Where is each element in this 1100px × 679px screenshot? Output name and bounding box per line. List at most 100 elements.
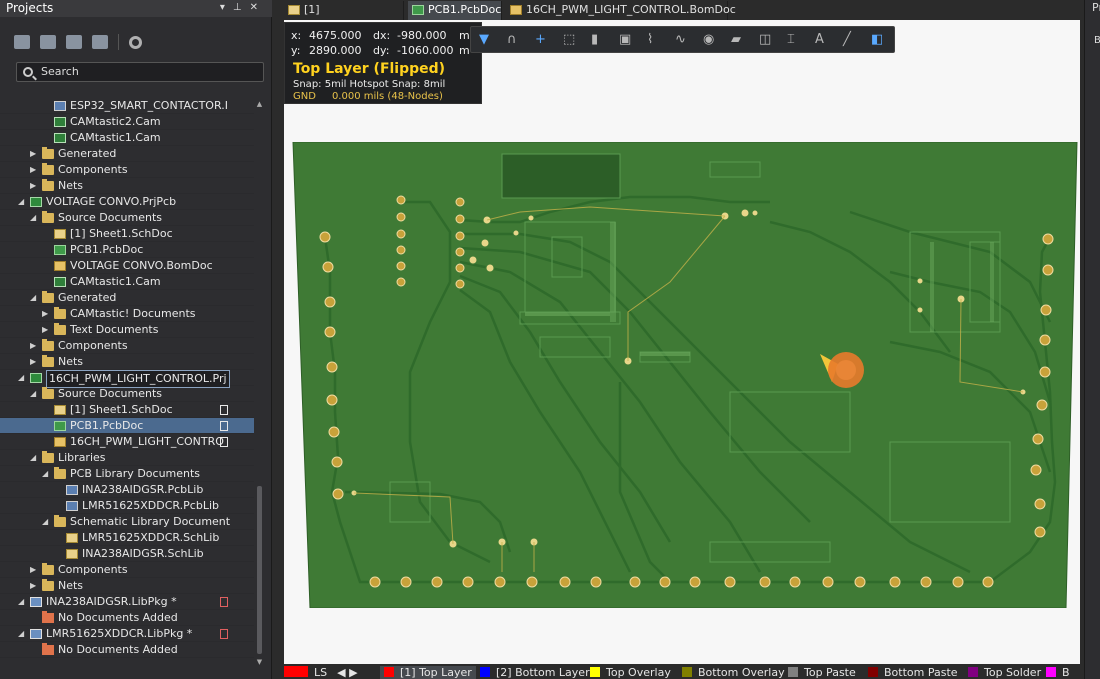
tree-item[interactable]: ▶ Nets bbox=[0, 178, 254, 194]
tree-item[interactable]: ▶ Nets bbox=[0, 578, 254, 594]
tree-item[interactable]: ▶ Generated bbox=[0, 146, 254, 162]
tree-item[interactable]: CAMtastic1.Cam bbox=[0, 130, 254, 146]
tree-item[interactable]: ◢ VOLTAGE CONVO.PrjPcb bbox=[0, 194, 254, 210]
tree-item[interactable]: INA238AIDGSR.SchLib bbox=[0, 546, 254, 562]
tree-item[interactable]: ▶ CAMtastic! Documents bbox=[0, 306, 254, 322]
layer-tab[interactable]: B bbox=[1046, 666, 1070, 679]
open-folder-icon[interactable] bbox=[66, 35, 82, 49]
collapse-arrow-icon[interactable]: ▶ bbox=[30, 562, 40, 578]
bar-chart-icon[interactable]: ▮ bbox=[591, 33, 605, 47]
expand-arrow-icon[interactable]: ◢ bbox=[42, 514, 52, 530]
magnet-icon[interactable]: ∩ bbox=[507, 33, 521, 47]
tree-item[interactable]: ◢ 16CH_PWM_LIGHT_CONTROL.Prj bbox=[0, 370, 254, 388]
route-icon[interactable]: ⌇ bbox=[647, 33, 661, 47]
tree-item[interactable]: [1] Sheet1.SchDoc bbox=[0, 402, 254, 418]
tree-item[interactable]: No Documents Added bbox=[0, 642, 254, 658]
layer-tab[interactable]: Top Paste bbox=[788, 666, 856, 679]
tree-item[interactable]: ◢ LMR51625XDDCR.LibPkg * bbox=[0, 626, 254, 642]
tree-item[interactable]: No Documents Added bbox=[0, 610, 254, 626]
cross-icon[interactable]: + bbox=[535, 33, 549, 47]
folder-settings-icon[interactable] bbox=[92, 35, 108, 49]
tree-item[interactable]: ◢ Schematic Library Document bbox=[0, 514, 254, 530]
color-icon[interactable]: ◧ bbox=[871, 33, 885, 47]
tree-item[interactable]: VOLTAGE CONVO.BomDoc bbox=[0, 258, 254, 274]
tree-item[interactable]: 16CH_PWM_LIGHT_CONTRO bbox=[0, 434, 254, 450]
tree-item[interactable]: ◢ INA238AIDGSR.LibPkg * bbox=[0, 594, 254, 610]
layer-tab-label: [1] Top Layer bbox=[400, 666, 472, 679]
layer-nav-arrows-icon[interactable]: ◀ ▶ bbox=[337, 666, 357, 679]
layer-tab[interactable]: Bottom Paste bbox=[868, 666, 958, 679]
close-icon[interactable]: ✕ bbox=[250, 2, 266, 13]
tree-item[interactable]: [1] Sheet1.SchDoc bbox=[0, 226, 254, 242]
expand-arrow-icon[interactable]: ◢ bbox=[30, 210, 40, 226]
tree-item[interactable]: LMR51625XDDCR.SchLib bbox=[0, 530, 254, 546]
tree-item[interactable]: PCB1.PcbDoc bbox=[0, 418, 254, 434]
save-all-icon[interactable] bbox=[40, 35, 56, 49]
collapse-arrow-icon[interactable]: ▶ bbox=[30, 146, 40, 162]
layer-tab[interactable]: Top Overlay bbox=[590, 666, 671, 679]
scroll-down-icon[interactable]: ▼ bbox=[255, 658, 264, 666]
graph-icon[interactable]: ⌶ bbox=[787, 33, 801, 47]
pin-icon[interactable]: ⊥ bbox=[233, 2, 250, 13]
tree-item[interactable]: LMR51625XDDCR.PcbLib bbox=[0, 498, 254, 514]
via-icon[interactable]: ◉ bbox=[703, 33, 717, 47]
scroll-up-icon[interactable]: ▲ bbox=[255, 100, 264, 108]
tree-item[interactable]: CAMtastic1.Cam bbox=[0, 274, 254, 290]
collapse-arrow-icon[interactable]: ▶ bbox=[30, 162, 40, 178]
tree-item[interactable]: INA238AIDGSR.PcbLib bbox=[0, 482, 254, 498]
expand-arrow-icon[interactable]: ◢ bbox=[18, 594, 28, 610]
collapse-arrow-icon[interactable]: ▶ bbox=[30, 178, 40, 194]
tree-item[interactable]: PCB1.PcbDoc bbox=[0, 242, 254, 258]
tree-item[interactable]: ▶ Nets bbox=[0, 354, 254, 370]
tree-item[interactable]: ◢ PCB Library Documents bbox=[0, 466, 254, 482]
line-icon[interactable]: ╱ bbox=[843, 33, 857, 47]
doc-tab[interactable]: PCB1.PcbDoc bbox=[408, 1, 502, 20]
layer-tab[interactable]: LS ◀ ▶ bbox=[284, 666, 358, 679]
panel-menu-icon[interactable]: ▾ bbox=[220, 2, 233, 13]
layer-tab[interactable]: [1] Top Layer bbox=[380, 666, 476, 679]
expand-arrow-icon[interactable]: ◢ bbox=[18, 370, 28, 386]
wave-icon[interactable]: ∿ bbox=[675, 33, 689, 47]
layers-icon[interactable]: ▰ bbox=[731, 33, 745, 47]
layer-tab[interactable]: Bottom Overlay bbox=[682, 666, 785, 679]
select-rect-icon[interactable]: ⬚ bbox=[563, 33, 577, 47]
expand-arrow-icon[interactable]: ◢ bbox=[18, 194, 28, 210]
collapse-arrow-icon[interactable]: ▶ bbox=[30, 578, 40, 594]
collapse-arrow-icon[interactable]: ▶ bbox=[42, 306, 52, 322]
expand-arrow-icon[interactable]: ◢ bbox=[30, 290, 40, 306]
search-input[interactable]: Search bbox=[16, 62, 264, 82]
tree-item[interactable]: ▶ Text Documents bbox=[0, 322, 254, 338]
tree-item-label: Source Documents bbox=[58, 211, 162, 224]
pcb-board[interactable] bbox=[290, 142, 1080, 608]
properties-panel-collapsed[interactable]: Pr B bbox=[1084, 0, 1100, 679]
tree-item[interactable]: ◢ Libraries bbox=[0, 450, 254, 466]
doc-tab[interactable]: 16CH_PWM_LIGHT_CONTROL.BomDoc bbox=[506, 1, 736, 20]
doc-tab[interactable]: [1] Sheet1.SchDoc bbox=[284, 1, 404, 33]
tree-item[interactable]: ◢ Source Documents bbox=[0, 210, 254, 226]
filter-icon[interactable]: ▼ bbox=[479, 33, 493, 47]
expand-arrow-icon[interactable]: ◢ bbox=[30, 450, 40, 466]
tree-item[interactable]: ◢ Source Documents bbox=[0, 386, 254, 402]
expand-arrow-icon[interactable]: ◢ bbox=[30, 386, 40, 402]
collapse-arrow-icon[interactable]: ▶ bbox=[30, 338, 40, 354]
layer-tab[interactable]: [2] Bottom Layer bbox=[480, 666, 590, 679]
layer-tab[interactable]: Top Solder bbox=[968, 666, 1041, 679]
save-icon[interactable] bbox=[14, 35, 30, 49]
dimension-icon[interactable]: ◫ bbox=[759, 33, 773, 47]
document-tabs: [1] Sheet1.SchDoc PCB1.PcbDoc 16CH_PWM_LIG… bbox=[284, 0, 1084, 33]
collapse-arrow-icon[interactable]: ▶ bbox=[30, 354, 40, 370]
chip-icon[interactable]: ▣ bbox=[619, 33, 633, 47]
tree-item[interactable]: ▶ Components bbox=[0, 562, 254, 578]
gear-icon[interactable] bbox=[129, 35, 142, 49]
tree-item[interactable]: ▶ Components bbox=[0, 338, 254, 354]
tree-scrollbar[interactable]: ▲ ▼ bbox=[255, 98, 264, 668]
expand-arrow-icon[interactable]: ◢ bbox=[18, 626, 28, 642]
tree-item[interactable]: ESP32_SMART_CONTACTOR.I bbox=[0, 98, 254, 114]
scrollbar-thumb[interactable] bbox=[257, 486, 262, 654]
tree-item[interactable]: CAMtastic2.Cam bbox=[0, 114, 254, 130]
tree-item[interactable]: ▶ Components bbox=[0, 162, 254, 178]
collapse-arrow-icon[interactable]: ▶ bbox=[42, 322, 52, 338]
text-icon[interactable]: A bbox=[815, 33, 829, 47]
expand-arrow-icon[interactable]: ◢ bbox=[42, 466, 52, 482]
tree-item[interactable]: ◢ Generated bbox=[0, 290, 254, 306]
